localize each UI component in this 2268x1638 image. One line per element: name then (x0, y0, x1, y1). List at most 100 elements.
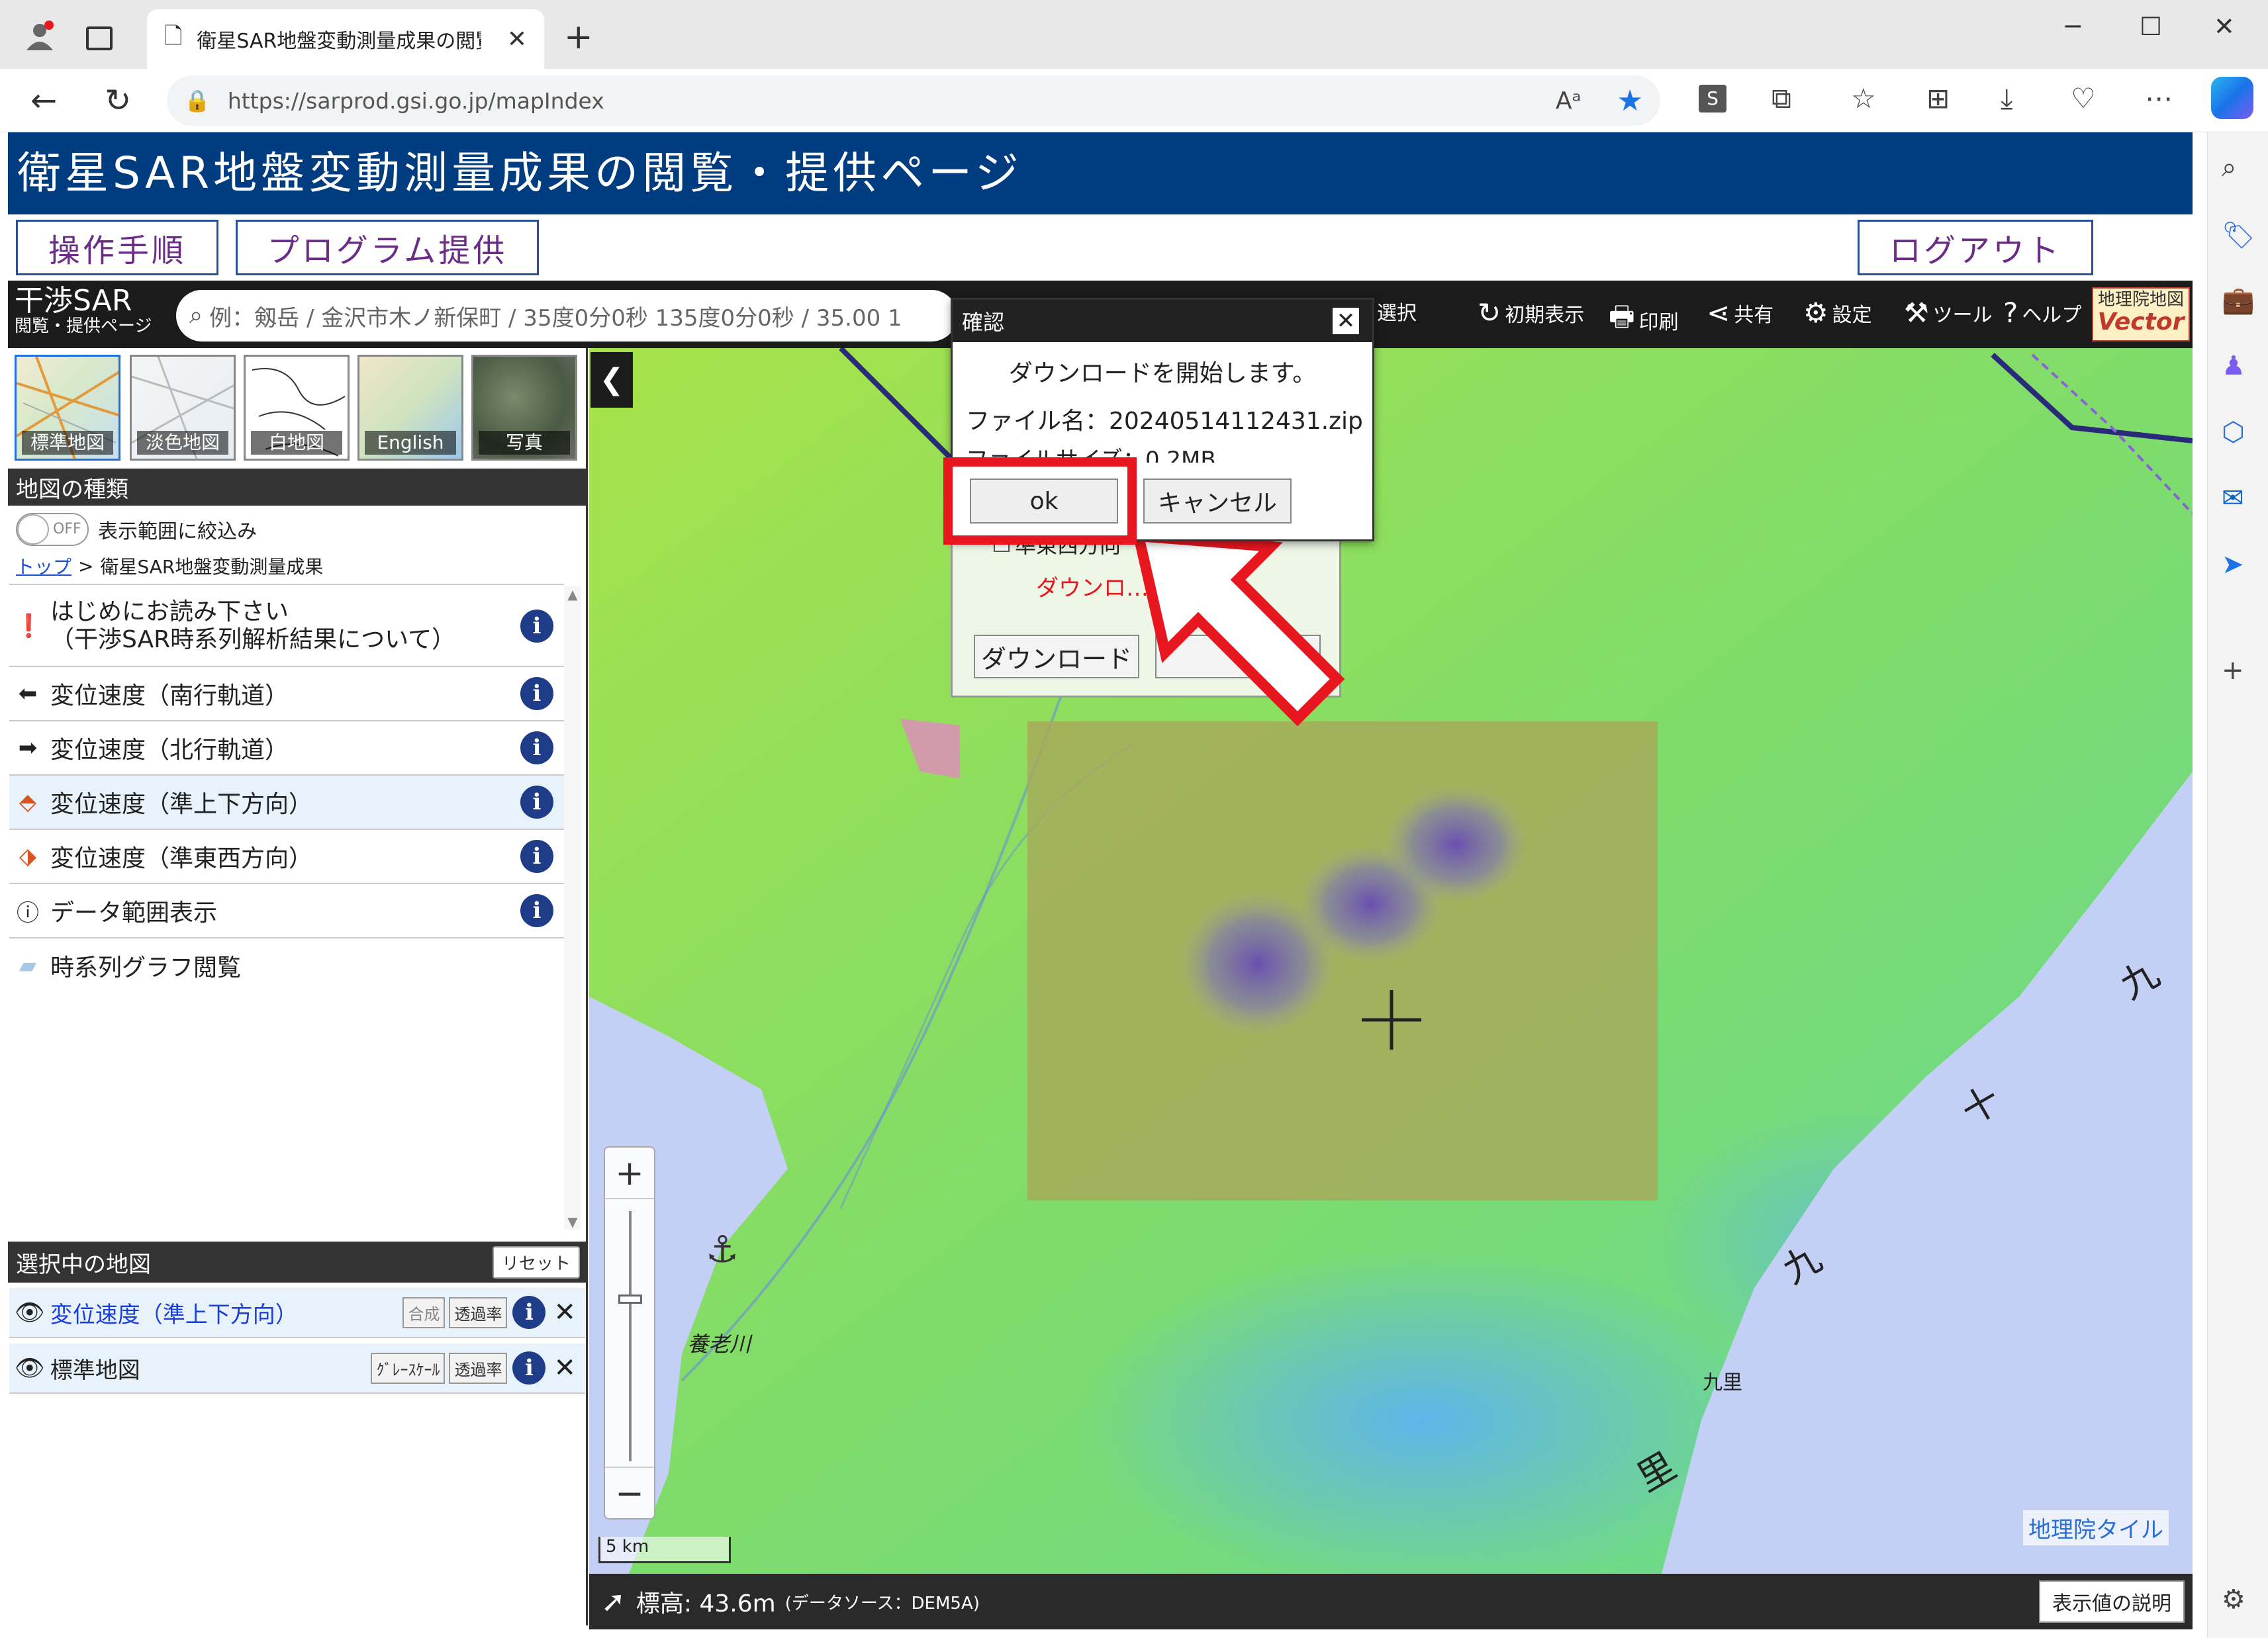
ok-button[interactable]: ok (970, 478, 1118, 523)
remove-layer-icon[interactable]: ✕ (553, 1297, 576, 1328)
tool-print[interactable]: 🖶 印刷 (1609, 296, 1679, 343)
selected-layer-standard[interactable]: 👁 標準地図 ｸﾞﾚｰｽｹｰﾙ 透過率 i ✕ (9, 1343, 585, 1394)
read-aloud-icon[interactable]: Aᵃ (1556, 87, 1582, 114)
info-icon[interactable]: i (520, 677, 553, 710)
favorites-icon[interactable]: ☆ (1851, 82, 1876, 114)
layer-list-scrollbar[interactable]: ▲ ▼ (564, 586, 581, 1230)
downloads-icon[interactable]: ⤓ (2001, 82, 2013, 115)
location-arrow-icon[interactable]: ➚ (601, 1585, 626, 1619)
thumb-pale-map[interactable]: 淡色地図 (130, 355, 236, 461)
place-search[interactable]: ⌕ 例：剱岳 / 金沢市木ノ新保町 / 35度0分0秒 135度0分0秒 / 3… (176, 290, 957, 341)
select-partial-label[interactable]: 選択 (1377, 296, 1417, 326)
search-input-placeholder[interactable]: 例：剱岳 / 金沢市木ノ新保町 / 35度0分0秒 135度0分0秒 / 35.… (209, 300, 902, 332)
tool-share[interactable]: ⋖ 共有 (1707, 296, 1773, 329)
sidebar-settings-icon[interactable]: ⚙ (2222, 1584, 2245, 1615)
zoom-slider-handle[interactable] (618, 1295, 642, 1304)
info-icon[interactable]: i (512, 1296, 546, 1329)
info-icon[interactable]: i (520, 610, 553, 643)
minimize-button[interactable]: ─ (2065, 12, 2081, 41)
sidebar-search-icon[interactable]: ⌕ (2222, 152, 2236, 183)
sidebar-send-icon[interactable]: ➤ (2222, 549, 2244, 580)
close-window-button[interactable]: ✕ (2214, 12, 2235, 41)
eye-icon[interactable]: 👁 (15, 1298, 45, 1326)
selected-layer-name[interactable]: 標準地図 (50, 1352, 140, 1385)
program-button[interactable]: プログラム提供 (236, 220, 539, 275)
favorite-star-icon[interactable]: ★ (1617, 84, 1643, 118)
maximize-button[interactable]: ☐ (2140, 12, 2162, 41)
performance-icon[interactable]: ♡ (2071, 82, 2096, 114)
selected-layer-vertical[interactable]: 👁 変位速度（準上下方向） 合成 透過率 i ✕ (9, 1288, 585, 1338)
vector-top: 地理院地図 (2097, 290, 2184, 310)
info-icon[interactable]: i (520, 840, 553, 873)
logout-button[interactable]: ログアウト (1858, 220, 2093, 275)
download-button[interactable]: ダウンロード (974, 635, 1139, 678)
remove-layer-icon[interactable]: ✕ (553, 1353, 576, 1383)
thumb-photo-map[interactable]: 写真 (471, 355, 577, 461)
layer-item-northbound[interactable]: ➡ 変位速度（北行軌道） i (9, 721, 564, 776)
layer-item-timeseries[interactable]: ▰ 時系列グラフ閲覧 (9, 938, 564, 993)
info-icon[interactable]: i (512, 1351, 546, 1385)
selected-layer-name[interactable]: 変位速度（準上下方向） (50, 1297, 298, 1329)
sidebar-add-icon[interactable]: + (2222, 655, 2244, 686)
dialog-close-icon[interactable]: ✕ (1333, 308, 1359, 334)
thumb-label: 淡色地図 (137, 431, 228, 455)
info-icon[interactable]: i (520, 731, 553, 764)
zoom-out-button[interactable]: − (605, 1467, 654, 1518)
thumb-standard-map[interactable]: 標準地図 (15, 355, 120, 461)
opacity-chip[interactable]: 透過率 (449, 1352, 508, 1384)
copilot-icon[interactable] (2211, 77, 2253, 119)
scroll-up-arrow[interactable]: ▲ (564, 586, 581, 602)
tool-tools[interactable]: ⚒ ツール (1904, 296, 1993, 329)
vertical-direction-icon: ⬘ (19, 789, 37, 815)
tab-actions-icon[interactable] (86, 26, 113, 50)
grayscale-chip[interactable]: ｸﾞﾚｰｽｹｰﾙ (371, 1352, 446, 1384)
extensions-icon[interactable]: ⧉ (1772, 82, 1791, 115)
reload-button[interactable]: ↻ (105, 82, 131, 119)
sidebar-briefcase-icon[interactable]: 💼 (2222, 285, 2255, 316)
cancel-button[interactable]: キャンセル (1143, 478, 1292, 523)
dialog-message: ダウンロードを開始します。 (1008, 360, 1317, 387)
tile-attribution[interactable]: 地理院タイル (2023, 1510, 2169, 1545)
gsi-vector-button[interactable]: 地理院地図 Vector (2092, 287, 2190, 341)
profile-icon[interactable] (24, 20, 56, 52)
eye-icon[interactable]: 👁 (15, 1354, 45, 1382)
sidebar-tag-icon[interactable]: 🏷 (2222, 220, 2255, 251)
tool-settings[interactable]: ⚙ 設定 (1803, 296, 1872, 329)
layer-item-southbound[interactable]: ⬅ 変位速度（南行軌道） i (9, 667, 564, 721)
info-icon[interactable]: i (520, 786, 553, 819)
new-tab-button[interactable]: + (564, 17, 593, 57)
thumb-blank-map[interactable]: 白地図 (244, 355, 350, 461)
more-menu-icon[interactable]: ⋯ (2145, 82, 2173, 114)
collections-icon[interactable]: ⊞ (1926, 82, 1950, 114)
layer-item-vertical[interactable]: ⬘ 変位速度（準上下方向） i (9, 776, 564, 830)
layer-item-readme[interactable]: ❗ はじめにお読み下さい （干渉SAR時系列解析結果について） i (9, 586, 564, 667)
reset-button[interactable]: リセット (492, 1246, 580, 1279)
tool-help[interactable]: ? ヘルプ (2003, 296, 2081, 329)
layer-item-eastwest[interactable]: ⬗ 変位速度（準東西方向） i (9, 830, 564, 884)
browser-tab-active[interactable]: 🗋 衛星SAR地盤変動測量成果の閲覧 ✕ (147, 9, 544, 69)
composite-chip[interactable]: 合成 (402, 1297, 446, 1328)
sidebar-m365-icon[interactable]: ⬡ (2222, 417, 2245, 447)
thumb-english-map[interactable]: English (357, 355, 463, 461)
layer-item-data-range[interactable]: ⓘ データ範囲表示 i (9, 884, 564, 938)
tab-close-icon[interactable]: ✕ (507, 26, 527, 53)
address-bar[interactable]: 🔒 https://sarprod.gsi.go.jp/mapIndex Aᵃ … (167, 75, 1660, 126)
tool-reset-view[interactable]: ↻ 初期表示 (1478, 296, 1584, 329)
collapse-panel-button[interactable]: ❮ (591, 352, 633, 408)
sar-logo[interactable]: 干渉SAR 閲覧・提供ページ (15, 286, 152, 337)
filter-toggle[interactable]: OFF (16, 513, 89, 546)
back-button[interactable]: ← (30, 82, 57, 119)
opacity-chip[interactable]: 透過率 (449, 1297, 508, 1328)
sidebar-games-icon[interactable]: ♟ (2222, 351, 2245, 381)
tab-title: 衛星SAR地盤変動測量成果の閲覧 (197, 30, 482, 53)
info-icon[interactable]: i (520, 894, 553, 927)
sidebar-outlook-icon[interactable]: ✉ (2222, 483, 2244, 514)
zoom-in-button[interactable]: + (605, 1148, 654, 1199)
scroll-down-arrow[interactable]: ▼ (564, 1214, 581, 1230)
zoom-slider-track[interactable] (629, 1211, 632, 1461)
value-explanation-button[interactable]: 表示値の説明 (2039, 1580, 2185, 1623)
extension-s-icon[interactable]: S (1699, 85, 1726, 113)
breadcrumb-top-link[interactable]: トップ (16, 553, 71, 579)
procedure-button[interactable]: 操作手順 (16, 220, 218, 275)
item-line1: はじめにお読み下さい (50, 598, 289, 625)
